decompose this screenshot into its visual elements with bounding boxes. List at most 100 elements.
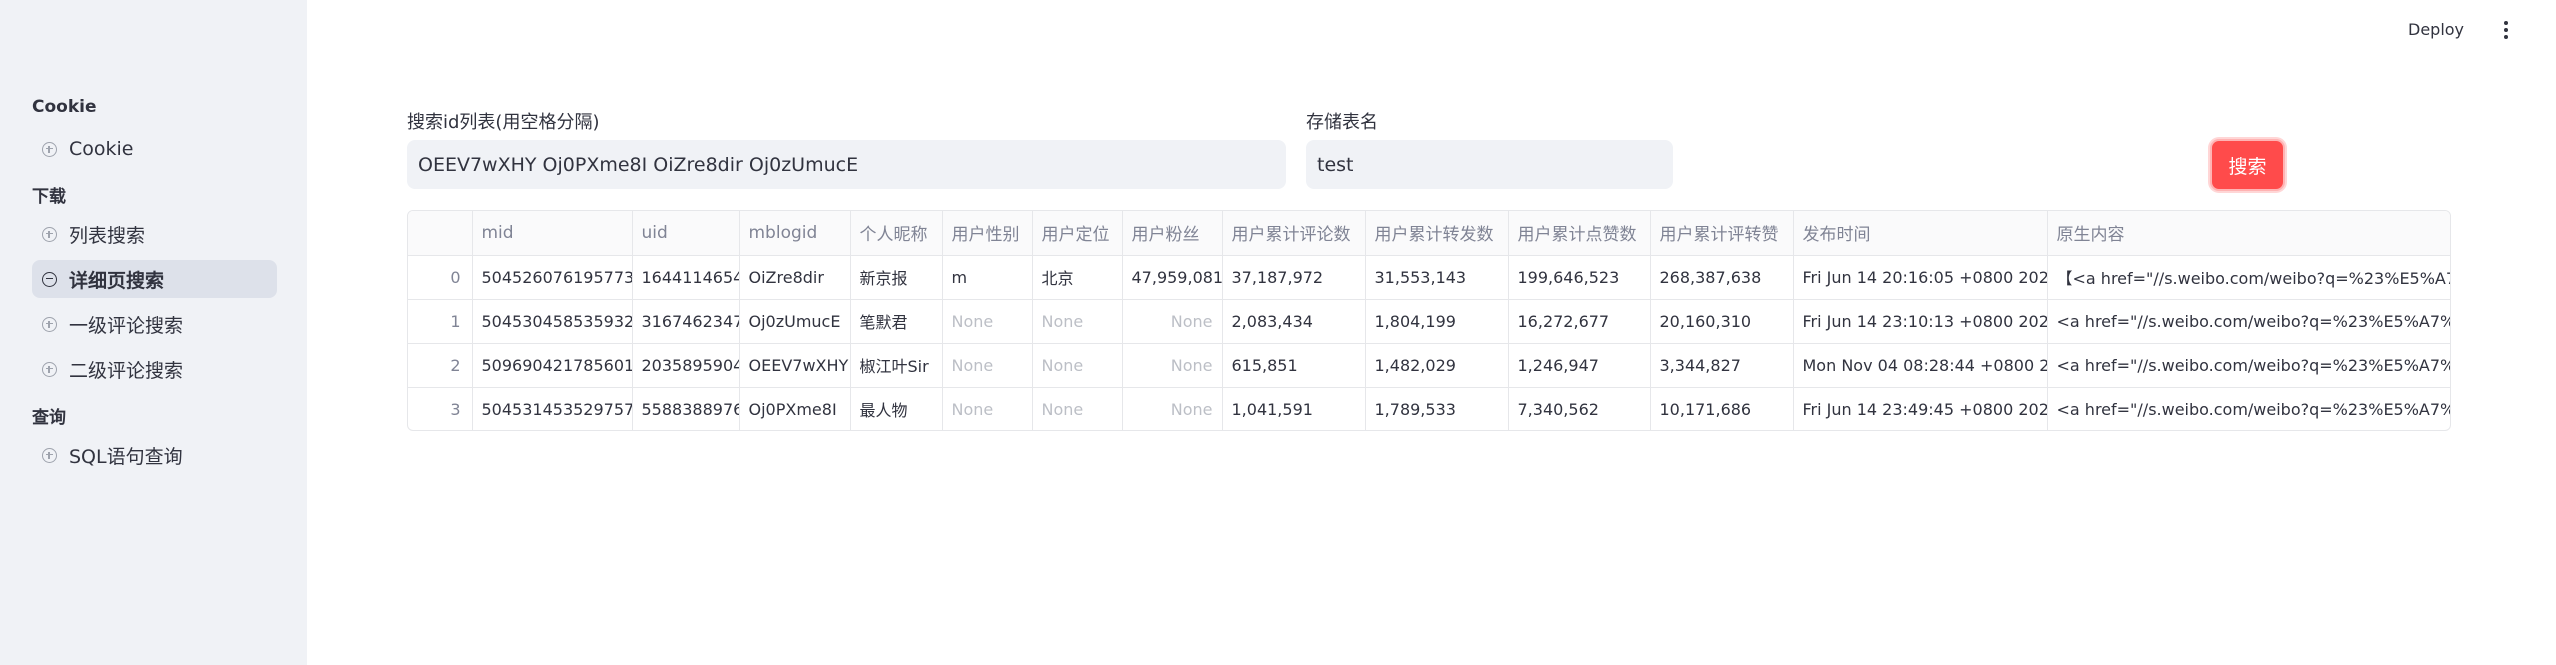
sidebar-item-level2-comment-search[interactable]: 二级评论搜索 — [32, 350, 277, 388]
table-cell[interactable]: OEEV7wXHY — [739, 343, 851, 388]
table-cell[interactable]: 最人物 — [850, 387, 943, 430]
table-cell[interactable]: 1,041,591 — [1222, 387, 1366, 430]
table-cell[interactable]: 1,804,199 — [1365, 299, 1509, 344]
table-cell[interactable]: 1,789,533 — [1365, 387, 1509, 430]
table-cell[interactable]: Fri Jun 14 23:49:45 +0800 2024 — [1793, 387, 2048, 430]
column-header[interactable]: 用户累计评转赞 — [1650, 211, 1794, 256]
table-name-input[interactable] — [1306, 140, 1673, 189]
deploy-button[interactable]: Deploy — [2408, 17, 2464, 43]
sidebar-item-level1-comment-search[interactable]: 一级评论搜索 — [32, 305, 277, 343]
table-cell[interactable]: 新京报 — [850, 255, 943, 300]
table-cell[interactable]: None — [1032, 299, 1123, 344]
table-cell[interactable]: m — [942, 255, 1033, 300]
table-cell-index[interactable]: 1 — [408, 299, 473, 344]
table-cell[interactable]: 7,340,562 — [1508, 387, 1651, 430]
ids-field-label: 搜索id列表(用空格分隔) — [407, 112, 600, 133]
sidebar-item-label: 一级评论搜索 — [69, 314, 184, 337]
column-header[interactable]: 发布时间 — [1793, 211, 2048, 256]
sidebar-item-label: 二级评论搜索 — [69, 359, 184, 382]
table-cell[interactable]: 47,959,081 — [1122, 255, 1223, 300]
sidebar: Cookie Cookie 下载 列表搜索 详细页搜索 一级评论搜索 二级评论搜… — [0, 0, 307, 665]
table-cell[interactable]: Fri Jun 14 20:16:05 +0800 2024 — [1793, 255, 2048, 300]
table-header-row: mid uid mblogid 个人昵称 用户性别 用户定位 用户粉丝 用户累计… — [408, 211, 2450, 256]
column-header[interactable]: 用户累计评论数 — [1222, 211, 1366, 256]
table-cell[interactable]: 5045314535297572 — [472, 387, 633, 430]
sidebar-heading-download: 下载 — [32, 187, 66, 207]
table-cell[interactable]: 615,851 — [1222, 343, 1366, 388]
column-header[interactable]: 用户累计点赞数 — [1508, 211, 1651, 256]
table-cell[interactable]: None — [1122, 299, 1223, 344]
plus-circle-icon — [42, 316, 57, 332]
sidebar-item-detail-search[interactable]: 详细页搜索 — [32, 260, 277, 298]
table-cell[interactable]: <a href="//s.weibo.com/weibo?q=%23%E5%A7… — [2047, 387, 2450, 430]
table-cell[interactable]: 10,171,686 — [1650, 387, 1794, 430]
table-cell[interactable]: OiZre8dir — [739, 255, 851, 300]
sidebar-item-label: 列表搜索 — [69, 224, 146, 247]
table-cell[interactable]: 1644114654 — [632, 255, 740, 300]
plus-circle-icon — [42, 447, 57, 463]
table-cell[interactable]: Oj0zUmucE — [739, 299, 851, 344]
table-cell-index[interactable]: 0 — [408, 255, 473, 300]
table-cell[interactable]: None — [1032, 343, 1123, 388]
column-header[interactable]: 用户定位 — [1032, 211, 1123, 256]
table-cell[interactable]: None — [942, 299, 1033, 344]
table-cell[interactable]: 5045304585359320 — [472, 299, 633, 344]
app-root: Cookie Cookie 下载 列表搜索 详细页搜索 一级评论搜索 二级评论搜… — [0, 0, 2556, 665]
table-cell[interactable]: 椒江叶Sir — [850, 343, 943, 388]
sidebar-item-label: 详细页搜索 — [69, 269, 165, 292]
column-header[interactable]: mid — [472, 211, 633, 256]
table-cell[interactable]: 37,187,972 — [1222, 255, 1366, 300]
ids-input[interactable] — [407, 140, 1286, 189]
sidebar-item-list-search[interactable]: 列表搜索 — [32, 215, 277, 253]
table-cell[interactable]: <a href="//s.weibo.com/weibo?q=%23%E5%A7… — [2047, 343, 2450, 388]
table-cell[interactable]: 1,246,947 — [1508, 343, 1651, 388]
search-button[interactable]: 搜索 — [2210, 139, 2285, 191]
sidebar-item-sql-query[interactable]: SQL语句查询 — [32, 436, 277, 474]
column-header[interactable]: 用户粉丝 — [1122, 211, 1223, 256]
column-header[interactable]: uid — [632, 211, 740, 256]
column-header[interactable]: 用户性别 — [942, 211, 1033, 256]
table-cell[interactable]: Mon Nov 04 08:28:44 +0800 2024 — [1793, 343, 2048, 388]
table-cell[interactable]: 北京 — [1032, 255, 1123, 300]
sidebar-heading-cookie: Cookie — [32, 97, 97, 117]
more-menu-icon[interactable] — [2496, 18, 2516, 42]
plus-circle-icon — [42, 141, 57, 157]
table-cell[interactable]: None — [1122, 343, 1223, 388]
column-header-index[interactable] — [408, 211, 473, 256]
column-header[interactable]: 原生内容 — [2047, 211, 2450, 256]
sidebar-item-label: Cookie — [69, 138, 134, 160]
table-cell[interactable]: 【<a href="//s.weibo.com/weibo?q=%23%E5%A… — [2047, 255, 2450, 300]
table-cell[interactable]: None — [1122, 387, 1223, 430]
sidebar-item-label: SQL语句查询 — [69, 445, 183, 468]
table-cell[interactable]: 3,344,827 — [1650, 343, 1794, 388]
table-cell[interactable]: None — [1032, 387, 1123, 430]
table-row: 2 5096904217856018 2035895904 OEEV7wXHY … — [408, 343, 2450, 388]
sidebar-item-cookie[interactable]: Cookie — [32, 130, 277, 168]
table-cell[interactable]: 20,160,310 — [1650, 299, 1794, 344]
table-row: 1 5045304585359320 3167462347 Oj0zUmucE … — [408, 299, 2450, 344]
table-cell[interactable]: 笔默君 — [850, 299, 943, 344]
table-cell[interactable]: 5588388976 — [632, 387, 740, 430]
table-cell[interactable]: Fri Jun 14 23:10:13 +0800 2024 — [1793, 299, 2048, 344]
table-cell[interactable]: 16,272,677 — [1508, 299, 1651, 344]
table-cell[interactable]: 1,482,029 — [1365, 343, 1509, 388]
plus-circle-icon — [42, 361, 57, 377]
table-cell[interactable]: 5096904217856018 — [472, 343, 633, 388]
table-cell[interactable]: 2035895904 — [632, 343, 740, 388]
table-cell[interactable]: 31,553,143 — [1365, 255, 1509, 300]
table-cell[interactable]: None — [942, 387, 1033, 430]
table-cell[interactable]: None — [942, 343, 1033, 388]
table-cell[interactable]: 5045260761957739 — [472, 255, 633, 300]
table-cell[interactable]: Oj0PXme8I — [739, 387, 851, 430]
table-cell[interactable]: <a href="//s.weibo.com/weibo?q=%23%E5%A7… — [2047, 299, 2450, 344]
column-header[interactable]: 个人昵称 — [850, 211, 943, 256]
table-cell[interactable]: 2,083,434 — [1222, 299, 1366, 344]
table-cell[interactable]: 199,646,523 — [1508, 255, 1651, 300]
table-cell-index[interactable]: 3 — [408, 387, 473, 430]
column-header[interactable]: mblogid — [739, 211, 851, 256]
table-cell[interactable]: 268,387,638 — [1650, 255, 1794, 300]
table-cell[interactable]: 3167462347 — [632, 299, 740, 344]
results-table[interactable]: mid uid mblogid 个人昵称 用户性别 用户定位 用户粉丝 用户累计… — [407, 210, 2451, 431]
column-header[interactable]: 用户累计转发数 — [1365, 211, 1509, 256]
table-cell-index[interactable]: 2 — [408, 343, 473, 388]
